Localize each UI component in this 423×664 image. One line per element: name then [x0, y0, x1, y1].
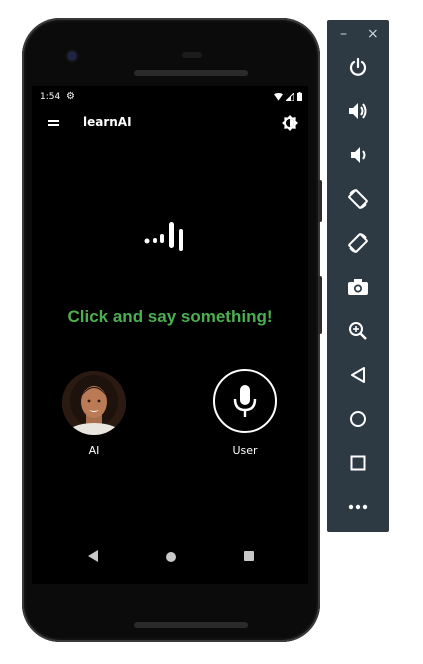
side-button-power[interactable]: [318, 180, 322, 222]
zoom-button[interactable]: [327, 316, 389, 346]
ai-label: AI: [88, 444, 100, 457]
side-button-volume[interactable]: [318, 276, 322, 334]
more-button[interactable]: [327, 492, 389, 522]
menu-icon[interactable]: [48, 120, 59, 128]
volume-up-icon: [349, 103, 367, 119]
earpiece-speaker: [134, 70, 248, 76]
wifi-icon: [274, 92, 283, 101]
home-icon: [350, 411, 366, 427]
emulator-toolbar: – ×: [327, 20, 389, 532]
status-icons: [274, 92, 302, 101]
user-label: User: [232, 444, 258, 457]
rotate-right-icon: [348, 233, 368, 253]
rotate-right-button[interactable]: [327, 228, 389, 258]
status-time: 1:54: [40, 92, 61, 102]
nav-overview-icon[interactable]: [244, 551, 254, 561]
signal-icon: [286, 92, 294, 101]
overview-button[interactable]: [327, 448, 389, 478]
phone-screen: 1:54 ⚙ learnAI Click and say something!: [32, 86, 308, 584]
nav-home-icon[interactable]: [166, 552, 176, 562]
nav-back-icon[interactable]: [88, 550, 98, 562]
ai-avatar[interactable]: [62, 371, 126, 435]
more-icon: [348, 504, 368, 510]
rotate-left-button[interactable]: [327, 184, 389, 214]
minimize-button[interactable]: –: [340, 26, 347, 42]
volume-down-button[interactable]: [327, 140, 389, 170]
back-button[interactable]: [327, 360, 389, 390]
brightness-icon[interactable]: [282, 115, 298, 131]
volume-up-button[interactable]: [327, 96, 389, 126]
close-button[interactable]: ×: [367, 26, 379, 42]
ai-portrait-image: [62, 371, 126, 435]
settings-status-icon: ⚙: [66, 91, 75, 102]
power-icon: [349, 57, 367, 76]
zoom-icon: [349, 322, 367, 340]
power-button[interactable]: [327, 52, 389, 82]
back-icon: [351, 367, 365, 383]
app-title: learnAI: [83, 115, 132, 129]
microphone-icon: [233, 385, 257, 417]
home-button[interactable]: [327, 404, 389, 434]
screenshot-button[interactable]: [327, 272, 389, 302]
front-camera: [67, 51, 77, 61]
voice-wave-icon: [144, 222, 183, 251]
rotate-left-icon: [348, 189, 368, 209]
prompt-text: Click and say something!: [67, 307, 273, 326]
camera-icon: [348, 279, 368, 295]
sensor: [182, 52, 202, 58]
bottom-speaker: [134, 622, 248, 628]
mic-button[interactable]: [213, 369, 277, 433]
battery-icon: [297, 92, 302, 101]
overview-icon: [350, 455, 366, 471]
volume-down-icon: [351, 147, 366, 163]
